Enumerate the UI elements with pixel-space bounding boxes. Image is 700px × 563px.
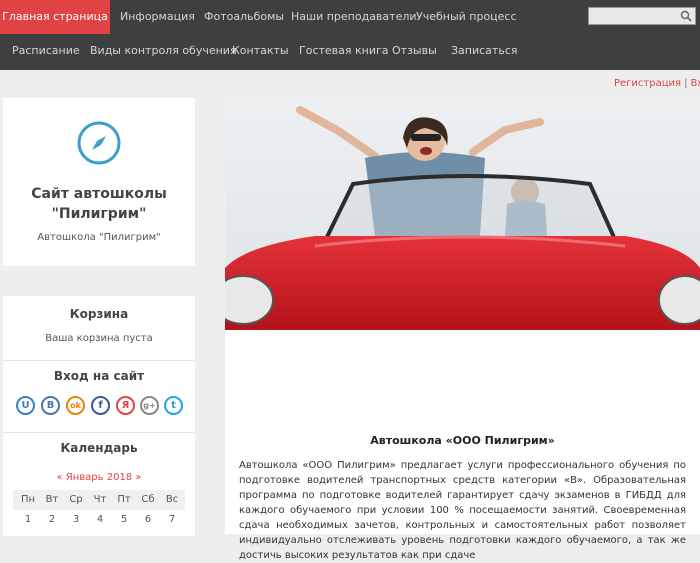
weekday: Вс (165, 494, 179, 505)
ucoz-icon[interactable]: U (16, 396, 35, 415)
twitter-icon[interactable]: t (164, 396, 183, 415)
weekday: Ср (69, 494, 83, 505)
top-navigation: Главная страница Информация Фотоальбомы … (0, 0, 700, 70)
site-title: Сайт автошколы "Пилигрим" (3, 184, 195, 224)
nav-item-guestbook[interactable]: Гостевая книга (299, 34, 389, 68)
nav-item-home[interactable]: Главная страница (0, 0, 110, 34)
cart-status: Ваша корзина пуста (45, 333, 153, 344)
login-link[interactable]: Вход (690, 78, 700, 89)
divider (3, 360, 195, 361)
nav-item-teachers[interactable]: Наши преподаватели (291, 0, 417, 34)
nav-item-signup[interactable]: Записаться (451, 34, 517, 68)
nav-item-study-process[interactable]: Учебный процесс (416, 0, 517, 34)
calendar-title: Календарь (60, 441, 138, 455)
search-box (588, 7, 696, 29)
hero-image (225, 96, 700, 330)
site-subtitle: Автошкола "Пилигрим" (37, 232, 161, 243)
nav-item-schedule[interactable]: Расписание (12, 34, 80, 68)
search-icon[interactable] (680, 10, 692, 22)
site-info-card: Сайт автошколы "Пилигрим" Автошкола "Пил… (3, 98, 195, 266)
auth-links: Регистрация|Вход (614, 78, 700, 89)
cart-title: Корзина (69, 307, 129, 321)
search-input[interactable] (589, 12, 679, 29)
yandex-icon[interactable]: Я (116, 396, 135, 415)
main-content: Автошкола «ООО Пилигрим» Автошкола «ООО … (225, 330, 700, 561)
hero-car-illustration (225, 96, 700, 330)
article-title: Автошкола «ООО Пилигрим» (370, 434, 555, 447)
register-link[interactable]: Регистрация (614, 78, 681, 89)
weekday: Чт (93, 494, 107, 505)
weekday: Сб (141, 494, 155, 505)
vk-icon[interactable]: B (41, 396, 60, 415)
weekday: Пт (117, 494, 131, 505)
nav-item-reviews[interactable]: Отзывы (392, 34, 437, 68)
calendar-day[interactable]: 2 (40, 514, 64, 525)
link-separator: | (684, 78, 688, 89)
nav-item-control-types[interactable]: Виды контроля обучения (90, 34, 237, 68)
calendar-day[interactable]: 3 (64, 514, 88, 525)
odnoklassniki-icon[interactable]: ok (66, 396, 85, 415)
nav-row-primary: Главная страница Информация Фотоальбомы … (0, 0, 700, 34)
calendar-day[interactable]: 5 (112, 514, 136, 525)
calendar-day[interactable]: 7 (160, 514, 184, 525)
article-body: Автошкола «ООО Пилигрим» предлагает услу… (239, 460, 686, 561)
compass-icon (77, 121, 121, 165)
site-title-line2: "Пилигрим" (51, 206, 147, 222)
nav-item-photoalbums[interactable]: Фотоальбомы (204, 0, 284, 34)
sidebar-blocks: Корзина Ваша корзина пуста Вход на сайт … (3, 296, 195, 536)
calendar-month: Январь 2018 (65, 472, 133, 483)
calendar-day[interactable]: 1 (16, 514, 40, 525)
weekday: Вт (45, 494, 59, 505)
googleplus-icon[interactable]: g+ (140, 396, 159, 415)
calendar-day[interactable]: 4 (88, 514, 112, 525)
login-title: Вход на сайт (53, 369, 145, 383)
facebook-icon[interactable]: f (91, 396, 110, 415)
weekday: Пн (20, 494, 36, 505)
nav-row-secondary: Расписание Виды контроля обучения Контак… (0, 34, 700, 68)
calendar-prev-link[interactable]: « (56, 472, 62, 483)
nav-item-contacts[interactable]: Контакты (232, 34, 289, 68)
nav-item-info[interactable]: Информация (120, 0, 195, 34)
calendar-nav: « Январь 2018 » (3, 472, 195, 483)
social-login-buttons: U B ok f Я g+ t (16, 396, 188, 418)
calendar-day[interactable]: 6 (136, 514, 160, 525)
site-title-line1: Сайт автошколы (31, 186, 167, 202)
divider (3, 432, 195, 433)
calendar-next-link[interactable]: » (135, 472, 141, 483)
